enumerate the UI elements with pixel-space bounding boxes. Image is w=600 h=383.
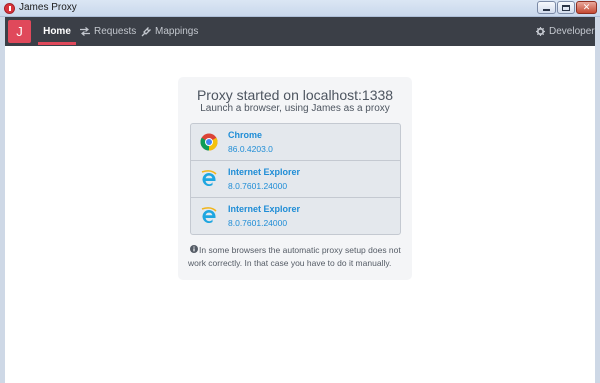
window-titlebar[interactable]: James Proxy ✕: [0, 0, 600, 17]
close-button[interactable]: ✕: [576, 1, 597, 14]
app-icon: [4, 3, 15, 14]
browser-name: Internet Explorer: [228, 204, 301, 214]
page-title: Proxy started on localhost:1338: [196, 87, 394, 103]
minimize-button[interactable]: [537, 1, 556, 14]
nav-developer-label: Developer: [549, 26, 595, 37]
proxy-status-card: Proxy started on localhost:1338 Launch a…: [178, 77, 412, 280]
nav-mappings[interactable]: Mappings: [141, 17, 198, 46]
browser-version: 8.0.7601.24000: [228, 181, 288, 191]
maximize-icon: [562, 4, 570, 11]
window-frame-right: [595, 17, 600, 383]
swap-arrows-icon: [80, 27, 90, 36]
nav-home-label: Home: [43, 26, 71, 37]
window-frame-left: [0, 17, 5, 383]
browser-name: Chrome: [228, 130, 263, 140]
page-subtitle: Launch a browser, using James as a proxy: [200, 103, 390, 114]
minimize-icon: [543, 9, 550, 11]
browser-name: Internet Explorer: [228, 167, 301, 177]
internet-explorer-icon: [201, 170, 217, 187]
browser-item-internet-explorer[interactable]: Internet Explorer 8.0.7601.24000: [191, 198, 400, 234]
plug-icon: [141, 26, 151, 36]
internet-explorer-icon: [201, 207, 217, 224]
browser-version: 86.0.4203.0: [228, 144, 273, 154]
gear-icon: [536, 27, 545, 36]
top-navbar: J Home Requests Mappings Developer: [5, 17, 595, 46]
browser-list: Chrome 86.0.4203.0 Internet Explorer 8.0…: [190, 123, 401, 235]
browser-version: 8.0.7601.24000: [228, 218, 288, 228]
close-icon: ✕: [582, 2, 591, 12]
nav-developer[interactable]: Developer: [536, 17, 595, 46]
active-tab-indicator: [38, 42, 76, 45]
nav-requests-label: Requests: [94, 26, 137, 37]
proxy-setup-note: In some browsers the automatic proxy set…: [188, 245, 401, 268]
maximize-button[interactable]: [557, 1, 575, 14]
window-title: James Proxy: [19, 2, 77, 13]
nav-requests[interactable]: Requests: [80, 17, 136, 46]
nav-mappings-label: Mappings: [155, 26, 199, 37]
chrome-icon: [200, 133, 218, 151]
app-logo[interactable]: J: [8, 20, 31, 43]
browser-item-chrome[interactable]: Chrome 86.0.4203.0: [191, 124, 400, 161]
browser-item-internet-explorer[interactable]: Internet Explorer 8.0.7601.24000: [191, 161, 400, 198]
